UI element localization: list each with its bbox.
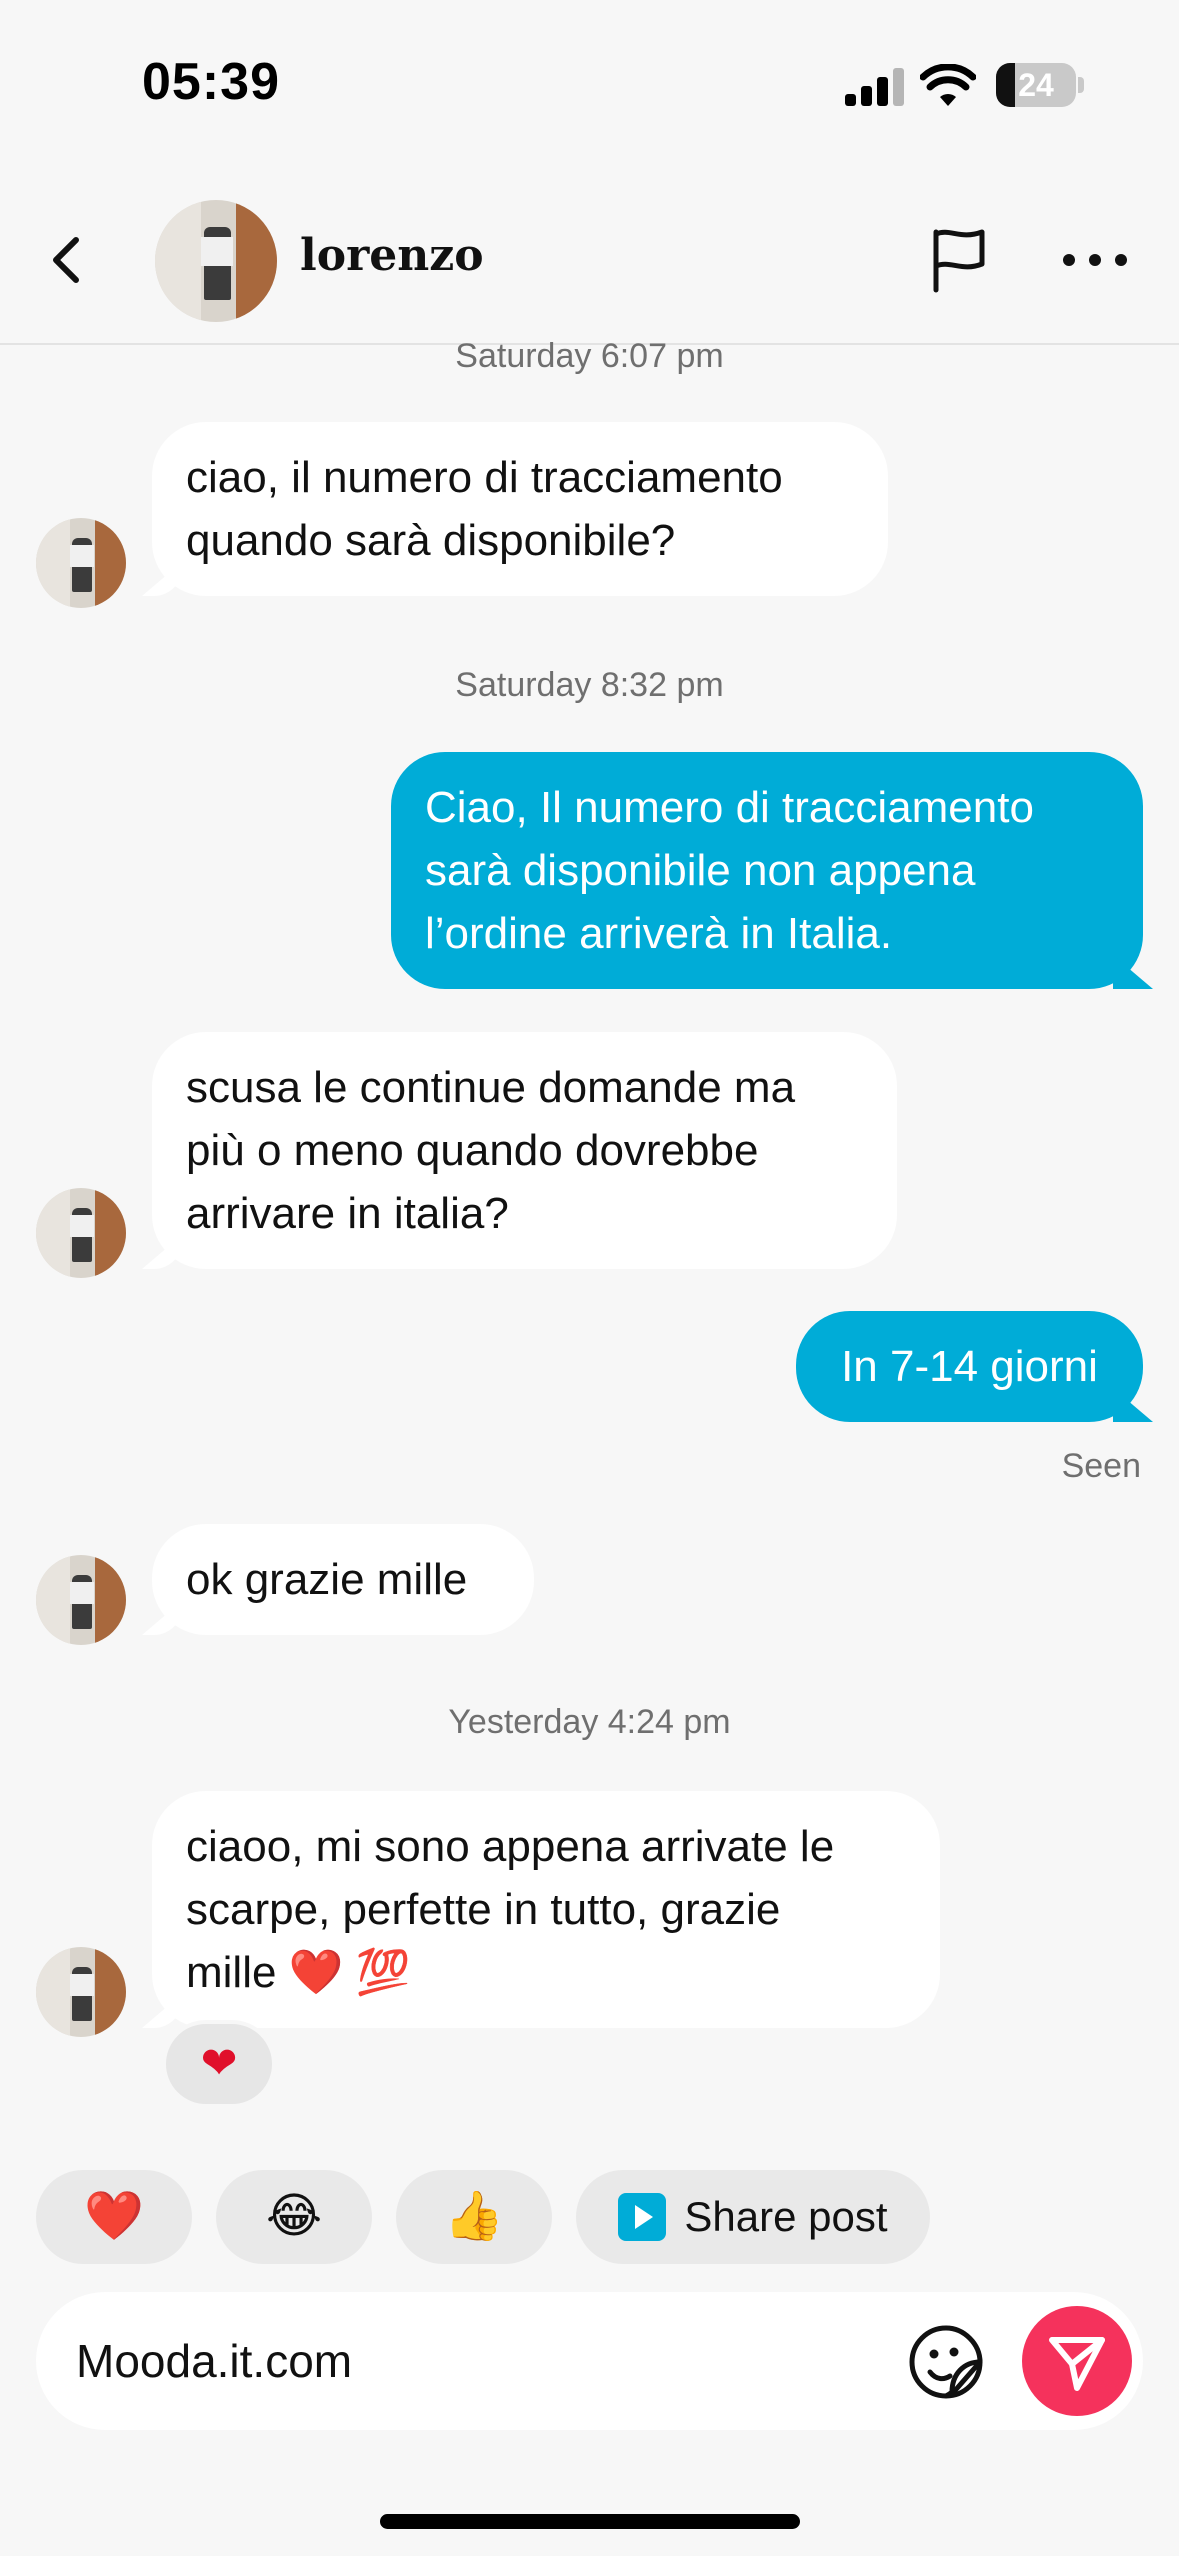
incoming-message[interactable]: scusa le continue domande ma più o meno … [152, 1032, 897, 1269]
share-post-label: Share post [684, 2193, 888, 2240]
incoming-message[interactable]: ciao, il numero di tracciamento quando s… [152, 422, 888, 596]
outgoing-message[interactable]: In 7-14 giorni [796, 1311, 1143, 1422]
contact-name[interactable]: lorenzo [300, 230, 484, 281]
seen-status: Seen [1061, 1447, 1141, 1485]
battery-nub [1078, 77, 1084, 93]
home-indicator[interactable] [380, 2514, 800, 2529]
share-post-icon [618, 2193, 667, 2241]
contact-avatar[interactable] [155, 200, 277, 322]
outgoing-message[interactable]: Ciao, Il numero di tracciamento sarà dis… [391, 752, 1143, 989]
back-arrow-icon[interactable] [30, 220, 110, 300]
flag-icon[interactable] [920, 220, 1000, 300]
share-post-button[interactable]: Share post [576, 2170, 930, 2264]
heart-emoji-button[interactable]: ❤️ [36, 2170, 192, 2264]
signal-icon [845, 66, 905, 106]
wifi-icon [920, 64, 976, 106]
thumbs-up-emoji-button[interactable]: 👍 [396, 2170, 552, 2264]
sender-avatar[interactable] [36, 1188, 126, 1278]
message-composer [36, 2292, 1143, 2430]
sender-avatar[interactable] [36, 1947, 126, 2037]
status-bar: 05:39 24 [0, 0, 1179, 170]
sender-avatar[interactable] [36, 1555, 126, 1645]
battery-percent: 24 [1018, 67, 1054, 103]
battery-icon: 24 [996, 63, 1076, 107]
chat-header: lorenzo [0, 170, 1179, 345]
message-timestamp: Yesterday 4:24 pm [448, 1703, 731, 1741]
message-timestamp: Saturday 6:07 pm [455, 337, 724, 375]
sticker-icon[interactable] [906, 2322, 986, 2402]
message-timestamp: Saturday 8:32 pm [455, 666, 724, 704]
status-time: 05:39 [142, 53, 280, 111]
incoming-message[interactable]: ciaoo, mi sono appena arrivate le scarpe… [152, 1791, 940, 2028]
send-icon [1049, 2337, 1105, 2391]
heart-reaction[interactable]: ❤ [162, 2020, 276, 2108]
send-button[interactable] [1022, 2306, 1132, 2416]
message-input[interactable] [76, 2326, 896, 2396]
incoming-message[interactable]: ok grazie mille [152, 1524, 534, 1635]
sender-avatar[interactable] [36, 518, 126, 608]
laughing-emoji-button[interactable]: 😂 [216, 2170, 372, 2264]
more-icon[interactable] [1055, 220, 1135, 300]
